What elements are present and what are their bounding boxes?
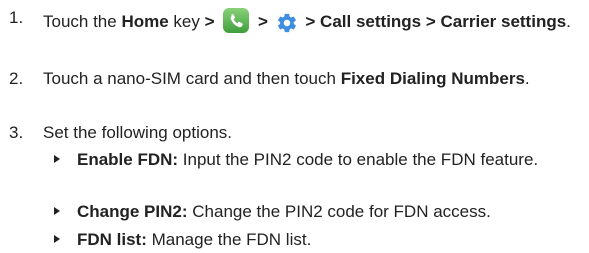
option-text: Change PIN2: Change the PIN2 code for FD… <box>77 201 577 222</box>
home-key-label: Home <box>121 12 169 31</box>
phone-icon <box>222 7 250 39</box>
fixed-dialing-label: Fixed Dialing Numbers <box>340 69 525 88</box>
step-text-part: Touch the <box>43 12 122 31</box>
option-text: Enable FDN: Input the PIN2 code to enabl… <box>77 149 577 170</box>
step-text-part: . <box>524 69 530 88</box>
bullet-icon <box>54 207 60 215</box>
option-label: Enable FDN: <box>77 150 179 169</box>
step-text-part: key <box>168 12 205 31</box>
option-label: FDN list: <box>77 230 147 249</box>
bullet-icon <box>54 235 60 243</box>
menu-path: > Call settings > Carrier settings <box>305 12 567 31</box>
step-number: 3. <box>9 123 24 142</box>
gear-icon <box>276 12 298 39</box>
step-text: Set the following options. <box>43 123 233 142</box>
step-text-part: . <box>566 12 571 31</box>
option-desc: Change the PIN2 code for FDN access. <box>187 202 491 221</box>
step-number: 1. <box>9 8 24 27</box>
step-text: Touch a nano-SIM card and then touch Fix… <box>43 68 583 89</box>
step-text-part: Touch a nano-SIM card and then touch <box>43 69 341 88</box>
path-separator: > <box>258 12 268 31</box>
path-separator: > <box>204 12 215 31</box>
bullet-icon <box>54 155 60 163</box>
option-label: Change PIN2: <box>77 202 188 221</box>
step-number: 2. <box>9 69 24 88</box>
option-desc: Manage the FDN list. <box>146 230 312 249</box>
option-desc: Input the PIN2 code to enable the FDN fe… <box>178 150 539 169</box>
step-text: Touch the Home key > > > Call settings >… <box>43 7 583 39</box>
option-text: FDN list: Manage the FDN list. <box>77 229 577 250</box>
